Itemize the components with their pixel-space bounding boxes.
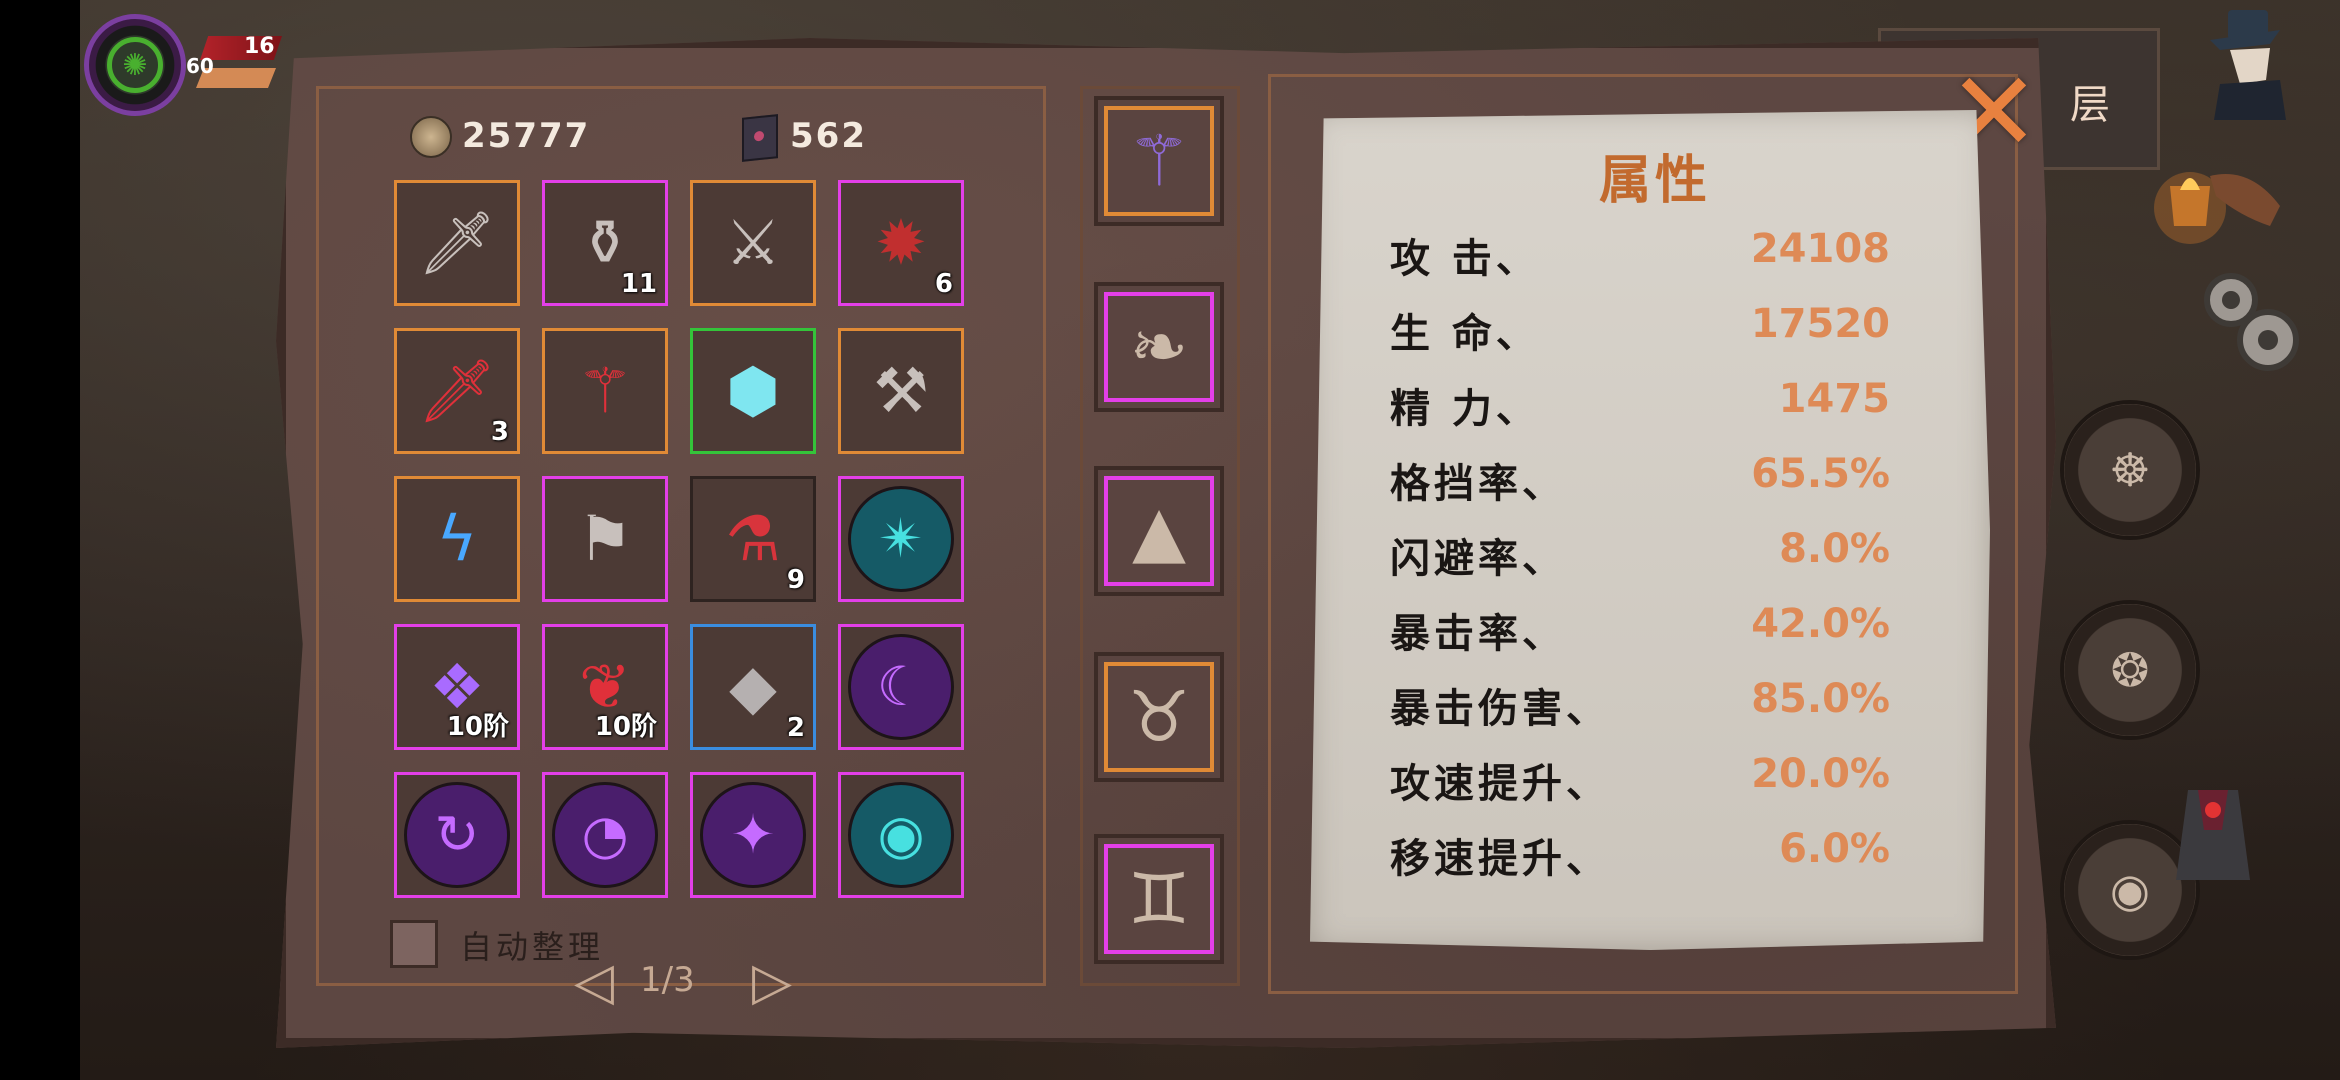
scroll-ice-scythe-icon: ⚒ [873, 354, 929, 427]
coin-icon [410, 116, 452, 158]
banner-icon: ⚑ [577, 502, 633, 575]
moon-rune-icon: ☾ [848, 634, 954, 740]
attribute-name: 生 命、 [1390, 311, 1540, 357]
page-prev-arrow-icon[interactable]: ◁ [574, 956, 614, 1008]
level-value: 60 [186, 54, 214, 78]
eye-rune-icon: ◉ [848, 782, 954, 888]
hp-value: 16 [244, 34, 275, 59]
red-potion-icon: ⚗ [725, 502, 781, 575]
inventory-slot[interactable]: 🗡 3 [394, 328, 520, 454]
book-amount: 562 [790, 116, 867, 156]
attribute-value: 8.0% [1779, 526, 1890, 572]
crystal-shield-icon: ⬢ [725, 354, 781, 427]
attribute-value: 42.0% [1751, 601, 1890, 647]
boss-icon[interactable] [2168, 770, 2258, 900]
inventory-slot[interactable]: ✴ [838, 476, 964, 602]
equipment-slot-horned-helm[interactable]: ♉ [1094, 652, 1224, 782]
star-rune-icon: ✦ [700, 782, 806, 888]
staff-icon: ⚚ [1127, 120, 1191, 202]
inventory-slot[interactable]: ⬢ [690, 328, 816, 454]
boots-icon: ♊ [1127, 858, 1191, 940]
attribute-name: 闪避率、 [1390, 536, 1566, 582]
scroll-sword-icon: 🗡 [417, 206, 497, 279]
attribute-value: 85.0% [1751, 676, 1890, 722]
spellbook-icon [742, 114, 778, 162]
inventory-slot[interactable]: ✹ 6 [838, 180, 964, 306]
attribute-value: 24108 [1750, 226, 1890, 272]
equipment-slot-wizard-hat[interactable]: ▲ [1094, 466, 1224, 596]
potion-jar-icon: ⚱ [579, 206, 631, 279]
attribute-name: 暴击伤害、 [1390, 686, 1610, 732]
page-next-arrow-icon[interactable]: ▷ [752, 956, 792, 1008]
attribute-name: 攻 击、 [1390, 236, 1540, 282]
attribute-value: 6.0% [1779, 826, 1890, 872]
settings-gear-icon[interactable] [2186, 260, 2306, 380]
equipment-slot-staff[interactable]: ⚚ [1094, 96, 1224, 226]
skill-slot-1[interactable]: ☸ [2060, 400, 2200, 540]
dark-gem-icon: ✹ [875, 206, 927, 279]
mask-rune-icon: ◔ [552, 782, 658, 888]
inventory-slot[interactable]: ◉ [838, 772, 964, 898]
wizard-hat-icon: ▲ [1132, 490, 1186, 572]
cloak-icon: ❧ [1129, 306, 1189, 388]
item-count: 11 [620, 269, 657, 299]
inventory-slot[interactable]: ⚒ [838, 328, 964, 454]
inventory-slot[interactable]: ☾ [838, 624, 964, 750]
attribute-name: 攻速提升、 [1390, 761, 1610, 807]
attribute-value: 20.0% [1751, 751, 1890, 797]
inventory-slot[interactable]: ϟ [394, 476, 520, 602]
equipment-slot-cloak[interactable]: ❧ [1094, 282, 1224, 412]
attribute-name: 精 力、 [1390, 386, 1540, 432]
rune-icon: ✺ [107, 37, 163, 93]
inventory-slot[interactable]: ❦ 10阶 [542, 624, 668, 750]
item-count: 3 [490, 417, 509, 447]
inventory-slot[interactable]: ⚗ 9 [690, 476, 816, 602]
torch-icon[interactable] [2150, 136, 2290, 266]
inventory-slot[interactable]: ⚚ [542, 328, 668, 454]
inventory-slot[interactable]: ❖ 10阶 [394, 624, 520, 750]
inventory-slot[interactable]: ⚑ [542, 476, 668, 602]
horned-helm-icon: ♉ [1127, 676, 1191, 758]
floor-label: 层 [2070, 82, 2110, 128]
item-count: 6 [934, 269, 953, 299]
scroll-blood-blade-icon: 🗡 [417, 354, 497, 427]
skill-slot-2[interactable]: ❂ [2060, 600, 2200, 740]
auto-sort-checkbox[interactable] [390, 920, 438, 968]
inventory-slot[interactable]: ↻ [394, 772, 520, 898]
scroll-spear-icon: ⚔ [725, 206, 781, 279]
equipment-slot-boots[interactable]: ♊ [1094, 834, 1224, 964]
player-portrait-orb[interactable]: ✺ [84, 14, 186, 116]
inventory-slot[interactable]: ◆ 2 [690, 624, 816, 750]
item-count: 9 [786, 565, 805, 595]
attribute-name: 暴击率、 [1390, 611, 1566, 657]
item-count: 10阶 [594, 712, 657, 742]
attribute-name: 格挡率、 [1390, 461, 1566, 507]
item-count: 10阶 [446, 712, 509, 742]
spiral-rune-icon: ↻ [404, 782, 510, 888]
screen-edge [0, 0, 80, 1080]
attribute-name: 移速提升、 [1390, 836, 1610, 882]
inventory-slot[interactable]: ⚔ [690, 180, 816, 306]
attributes-title: 属性 [1598, 151, 1711, 211]
inventory-slot[interactable]: 🗡 [394, 180, 520, 306]
attribute-value: 65.5% [1751, 451, 1890, 497]
cyan-star-rune-icon: ✴ [848, 486, 954, 592]
coin-amount: 25777 [462, 116, 591, 156]
attribute-value: 1475 [1778, 376, 1890, 422]
scroll-ruby-staff-icon: ⚚ [577, 354, 633, 427]
item-count: 2 [786, 713, 805, 743]
hero-avatar-icon[interactable] [2200, 10, 2290, 120]
page-indicator: 1/3 [640, 960, 695, 1000]
grey-crystal-icon: ◆ [729, 650, 777, 723]
scroll-lightning-icon: ϟ [436, 502, 478, 575]
inventory-slot[interactable]: ✦ [690, 772, 816, 898]
inventory-slot[interactable]: ◔ [542, 772, 668, 898]
inventory-slot[interactable]: ⚱ 11 [542, 180, 668, 306]
attribute-value: 17520 [1750, 301, 1890, 347]
